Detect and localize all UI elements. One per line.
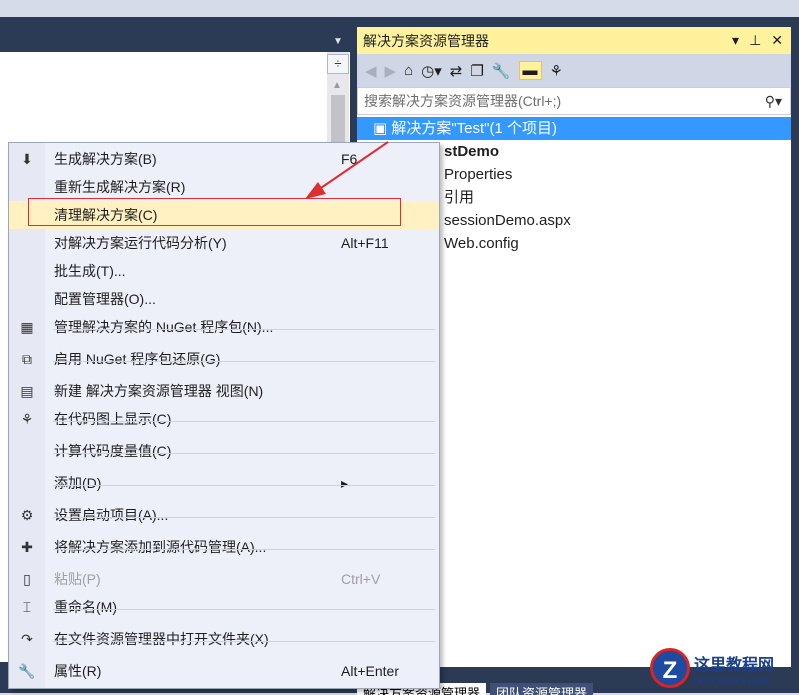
menu-item-shortcut: F6 (341, 151, 358, 167)
menu-item-label: 在代码图上显示(C) (54, 411, 172, 427)
code-map-icon: ⚘ (20, 410, 34, 427)
menu-item[interactable]: ▤ 新建 解决方案资源管理器 视图(N) (9, 377, 439, 405)
search-icon[interactable]: ⚲▾ (765, 93, 790, 110)
panel-title-bar: 解决方案资源管理器 ▾ ⊥ ✕ (357, 27, 791, 54)
menu-item[interactable]: ⧉ 启用 NuGet 程序包还原(G) (9, 345, 439, 373)
menu-item-label: 添加(D) (54, 475, 102, 491)
menu-item-label: 在文件资源管理器中打开文件夹(X) (54, 631, 269, 647)
menu-separator (53, 609, 435, 610)
menu-item-label: 启用 NuGet 程序包还原(G) (54, 351, 221, 367)
menu-item[interactable]: 对解决方案运行代码分析(Y) Alt+F11 (9, 229, 439, 257)
menu-item-label: 对解决方案运行代码分析(Y) (54, 235, 227, 251)
panel-toolbar: ◀ ▶ ⌂ ◷▾ ⇄ ❐ 🔧 ▬ ⚘ (357, 54, 791, 87)
restore-icon: ⧉ (22, 350, 32, 367)
menu-item-shortcut: Alt+Enter (341, 663, 399, 679)
open-folder-icon: ↷ (21, 630, 33, 647)
menu-separator (53, 485, 435, 486)
menu-item[interactable]: ⚘ 在代码图上显示(C) (9, 405, 439, 433)
menu-item[interactable]: ⌶ 重命名(M) (9, 593, 439, 621)
tab-team-explorer[interactable]: 团队资源管理器 (490, 683, 594, 695)
menu-item-label: 属性(R) (54, 663, 102, 679)
paste-icon: ▯ (23, 570, 31, 587)
new-view-icon: ▤ (20, 382, 34, 399)
menu-item-label: 将解决方案添加到源代码管理(A)... (54, 539, 267, 555)
menu-item-shortcut: Ctrl+V (341, 571, 381, 587)
menu-item[interactable]: 🔧 属性(R) Alt+Enter (9, 657, 439, 685)
nuget-icon: ▦ (20, 318, 34, 335)
history-icon[interactable]: ◷▾ (421, 62, 442, 80)
top-bar (0, 0, 799, 17)
menu-item[interactable]: 添加(D) ▸ (9, 469, 439, 497)
home-icon[interactable]: ⌂ (404, 62, 413, 79)
menu-item-label: 重命名(M) (54, 599, 117, 615)
source-control-icon: ✚ (21, 538, 33, 555)
panel-title: 解决方案资源管理器 (363, 32, 489, 49)
menu-item[interactable]: ✚ 将解决方案添加到源代码管理(A)... (9, 533, 439, 561)
search-input[interactable]: 搜索解决方案资源管理器(Ctrl+;) ⚲▾ (357, 87, 791, 115)
editor-tab-strip (0, 17, 350, 52)
menu-item[interactable]: ↷ 在文件资源管理器中打开文件夹(X) (9, 625, 439, 653)
menu-separator (53, 549, 435, 550)
split-icon[interactable]: ÷ (327, 54, 349, 74)
collapse-all-icon[interactable]: ❐ (470, 62, 483, 80)
highlight-box (28, 198, 401, 226)
menu-item-shortcut: ▸ (341, 474, 349, 491)
tab-dropdown-icon[interactable]: ▼ (333, 36, 343, 47)
menu-item-label: 批生成(T)... (54, 263, 126, 279)
back-icon[interactable]: ◀ (365, 62, 377, 80)
menu-separator (53, 453, 435, 454)
menu-separator (53, 517, 435, 518)
menu-item-label: 配置管理器(O)... (54, 291, 156, 307)
menu-item[interactable]: ⬇ 生成解决方案(B) F6 (9, 145, 439, 173)
properties-icon[interactable]: 🔧 (492, 62, 511, 80)
search-placeholder: 搜索解决方案资源管理器(Ctrl+;) (364, 93, 562, 109)
menu-item-label: 重新生成解决方案(R) (54, 179, 186, 195)
menu-item-label: 计算代码度量值(C) (54, 443, 172, 459)
close-icon[interactable]: ✕ (771, 32, 783, 49)
menu-item-label: 粘贴(P) (54, 571, 101, 587)
build-icon: ⬇ (21, 150, 33, 167)
rename-icon: ⌶ (22, 598, 32, 615)
menu-item-label: 生成解决方案(B) (54, 151, 157, 167)
menu-item-label: 设置启动项目(A)... (54, 507, 169, 523)
menu-item-label: 管理解决方案的 NuGet 程序包(N)... (54, 319, 274, 335)
menu-separator (53, 421, 435, 422)
menu-item[interactable]: ▦ 管理解决方案的 NuGet 程序包(N)... (9, 313, 439, 341)
menu-item-shortcut: Alt+F11 (341, 235, 389, 251)
menu-item[interactable]: 重新生成解决方案(R) (9, 173, 439, 201)
menu-item[interactable]: 计算代码度量值(C) (9, 437, 439, 465)
menu-separator (53, 361, 435, 362)
pin-icon[interactable]: ⊥ (749, 32, 761, 49)
preview-icon[interactable]: ▬ (518, 61, 542, 80)
sync-icon[interactable]: ⇄ (450, 62, 463, 80)
menu-item[interactable]: ▯ 粘贴(P) Ctrl+V (9, 565, 439, 593)
watermark-logo: Z 这里教程网 herecours.com (650, 648, 774, 688)
forward-icon[interactable]: ▶ (385, 62, 397, 80)
scroll-up-icon[interactable]: ▲ (332, 80, 342, 91)
menu-item[interactable]: 配置管理器(O)... (9, 285, 439, 313)
menu-item[interactable]: ⚙ 设置启动项目(A)... (9, 501, 439, 529)
tree-item-solution[interactable]: ▣ 解决方案"Test"(1 个项目) (357, 117, 791, 140)
menu-separator (53, 641, 435, 642)
code-map-icon[interactable]: ⚘ (550, 62, 563, 80)
gear-icon: ⚙ (20, 506, 34, 523)
menu-item[interactable]: 批生成(T)... (9, 257, 439, 285)
wrench-icon: 🔧 (18, 662, 36, 679)
menu-item-label: 新建 解决方案资源管理器 视图(N) (54, 383, 264, 399)
menu-separator (53, 329, 435, 330)
dropdown-icon[interactable]: ▾ (732, 32, 739, 49)
